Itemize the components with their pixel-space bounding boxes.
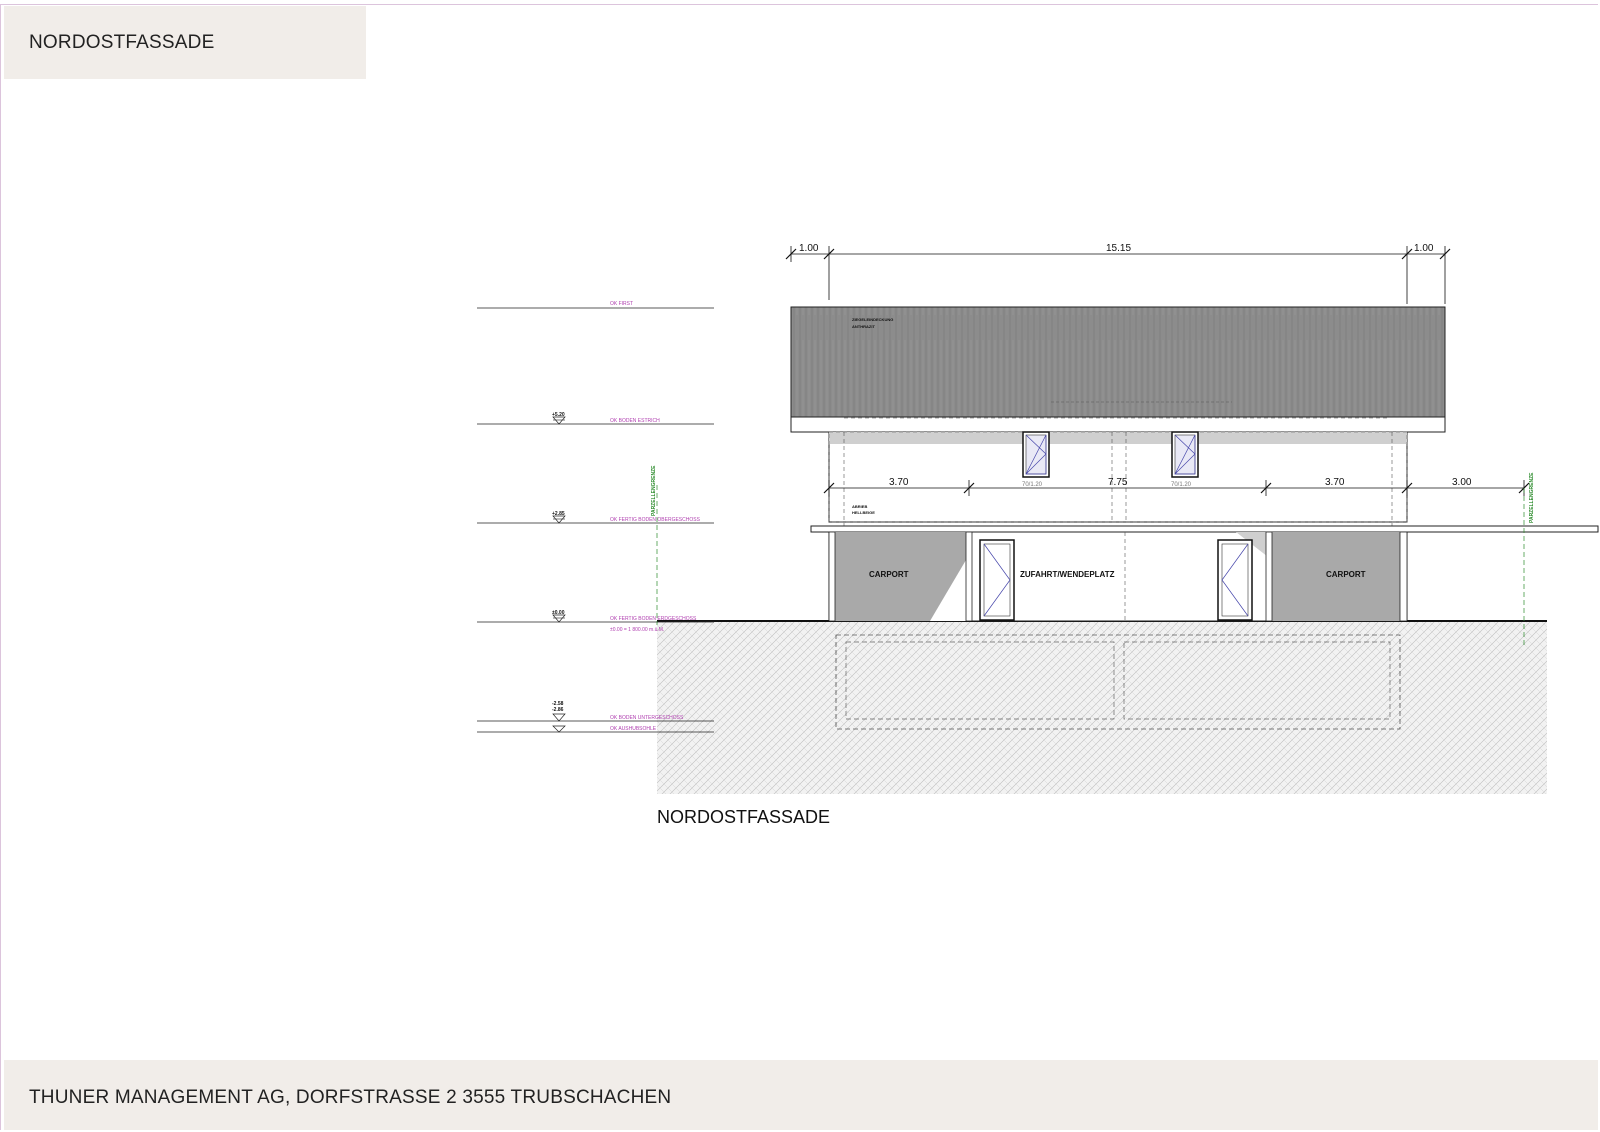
dim-mid-3: 3.70: [1325, 477, 1345, 488]
window-label-1: 70/1.20: [1022, 482, 1043, 488]
boundary-right-label: PARZELLENGRENZE: [1529, 472, 1535, 523]
dim-mid-4: 3.00: [1452, 477, 1472, 488]
footer-panel: THUNER MANAGEMENT AG, DORFSTRASSE 2 3555…: [4, 1060, 1598, 1130]
dim-mid-2: 7.75: [1108, 477, 1128, 488]
dim-top-3: 1.00: [1414, 243, 1434, 254]
dim-mid-1: 3.70: [889, 477, 909, 488]
dim-top-1: 1.00: [799, 243, 819, 254]
driveway-label: ZUFAHRT/WENDEPLATZ: [1020, 570, 1115, 579]
boundary-left-label: PARZELLENGRENZE: [651, 465, 657, 516]
level-value-2: +5.20: [552, 412, 565, 418]
top-dimension-chain: 1.00 15.15 1.00: [785, 243, 1451, 304]
soil-hatch: [657, 622, 1547, 794]
level-label-5: OK BODEN UNTERGESCHOSS: [610, 715, 684, 721]
window-right: [1171, 431, 1199, 478]
level-value-6: -2.86: [552, 707, 564, 713]
window-label-2: 70/1.20: [1171, 482, 1192, 488]
carport-right-label: CARPORT: [1326, 570, 1366, 579]
level-label-1: OK FIRST: [610, 301, 633, 307]
roof-note-2: ANTHRAZIT: [852, 324, 875, 329]
elevation-drawing: 1.00 15.15 1.00 3.70 7.75 3.70 3.00 70/1…: [477, 243, 1599, 827]
carport-left-label: CARPORT: [869, 570, 909, 579]
level-note-4: ±0.00 = 1 800.00 m.ü.M.: [610, 627, 664, 633]
footer-address: THUNER MANAGEMENT AG, DORFSTRASSE 2 3555…: [29, 1087, 672, 1108]
level-label-2: OK BODEN ESTRICH: [610, 418, 660, 424]
level-value-4: ±0.00: [552, 610, 565, 616]
roof-note-1: ZIEGELEINDECKUNG: [852, 317, 893, 322]
level-label-3: OK FERTIG BODEN OBERGESCHOSS: [610, 517, 701, 523]
dim-top-2: 15.15: [1106, 243, 1131, 254]
door-left: [979, 539, 1015, 621]
door-right: [1217, 539, 1253, 621]
level-value-3: +2.85: [552, 511, 565, 517]
canopy-slab: [810, 525, 1599, 533]
level-label-4: OK FERTIG BODEN ERDGESCHOSS: [610, 616, 697, 622]
roof-fascia: [790, 416, 1446, 433]
window-left: [1022, 431, 1050, 478]
wall-note-2: HELLBEIGE: [852, 510, 875, 515]
roof: [790, 306, 1446, 418]
wall-note-1: ABRIEB: [852, 504, 867, 509]
level-label-6: OK AUSHUBSOHLE: [610, 726, 657, 732]
drawing-caption: NORDOSTFASSADE: [657, 807, 830, 827]
